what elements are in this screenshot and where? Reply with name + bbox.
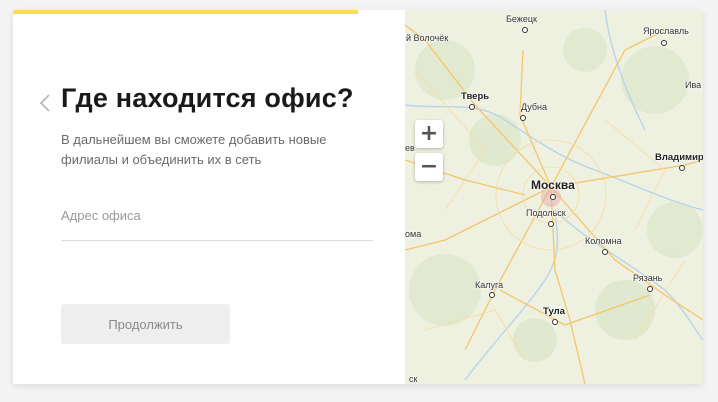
map-panel[interactable]: + − Бежецк й Волочёк Ярославль Ива Тверь…: [405, 10, 703, 384]
city-dot-ryazan: [647, 286, 653, 292]
city-label-ivanovo: Ива: [685, 80, 702, 90]
city-label-edge-left-1: ев: [405, 143, 415, 153]
city-label-podolsk: Подольск: [526, 208, 566, 218]
city-label-vladimir: Владимир: [655, 152, 703, 163]
city-dot-bezhetsk: [522, 27, 528, 33]
city-dot-vladimir: [679, 165, 685, 171]
city-dot-kaluga: [489, 292, 495, 298]
page-title: Где находится офис?: [61, 83, 354, 113]
city-dot-tula: [552, 319, 558, 325]
city-label-ryazan: Рязань: [633, 273, 663, 283]
city-dot-moscow: [550, 194, 556, 200]
city-dot-dubna: [520, 115, 526, 121]
city-dot-yaroslavl: [661, 40, 667, 46]
city-label-bezhetsk: Бежецк: [506, 14, 537, 24]
city-dot-tver: [469, 104, 475, 110]
zoom-out-button[interactable]: −: [415, 153, 443, 181]
city-label-edge-bottom: ск: [409, 374, 418, 384]
city-label-moscow: Москва: [531, 178, 575, 192]
city-label-kaluga: Калуга: [475, 280, 504, 290]
office-form: Где находится офис? В дальнейшем вы смож…: [13, 10, 405, 384]
continue-button[interactable]: Продолжить: [61, 304, 230, 344]
city-dot-podolsk: [548, 221, 554, 227]
city-label-edge-left-2: ома: [405, 229, 422, 239]
address-field: [61, 202, 373, 241]
city-label-vyshny-volochek: й Волочёк: [406, 33, 449, 43]
back-chevron-icon[interactable]: [39, 93, 55, 113]
city-label-tver: Тверь: [461, 91, 490, 102]
setup-card: Где находится офис? В дальнейшем вы смож…: [13, 10, 703, 384]
city-dot-kolomna: [602, 249, 608, 255]
address-input[interactable]: [61, 202, 373, 228]
zoom-in-button[interactable]: +: [415, 120, 443, 148]
city-label-kolomna: Коломна: [585, 236, 622, 246]
city-label-dubna: Дубна: [521, 102, 548, 112]
city-label-yaroslavl: Ярославль: [643, 26, 689, 36]
city-label-tula: Тула: [543, 306, 565, 317]
page-subtitle: В дальнейшем вы сможете добавить новые ф…: [61, 132, 327, 167]
